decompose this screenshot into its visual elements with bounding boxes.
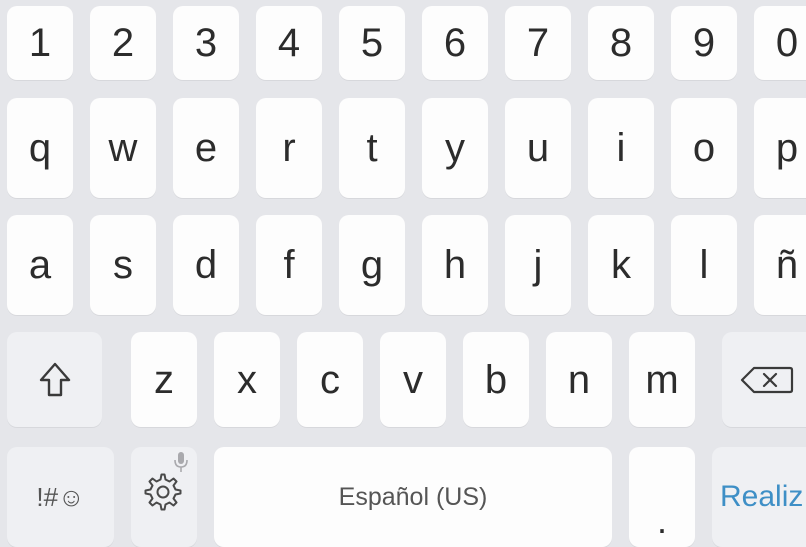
gear-icon bbox=[143, 472, 183, 512]
key-label: k bbox=[611, 243, 631, 287]
key-label: 4 bbox=[277, 21, 301, 65]
key-x[interactable]: x bbox=[214, 332, 280, 427]
key-4[interactable]: 4 bbox=[256, 6, 322, 80]
key-label: e bbox=[194, 126, 218, 170]
key-q[interactable]: q bbox=[7, 98, 73, 198]
key-d[interactable]: d bbox=[173, 215, 239, 315]
key-label: 1 bbox=[28, 21, 52, 65]
key-label: d bbox=[194, 243, 218, 287]
key-label: 9 bbox=[692, 21, 716, 65]
key-y[interactable]: y bbox=[422, 98, 488, 198]
key-s[interactable]: s bbox=[90, 215, 156, 315]
key-p[interactable]: p bbox=[754, 98, 806, 198]
key-label: r bbox=[282, 126, 296, 170]
key-label: u bbox=[526, 126, 550, 170]
key-3[interactable]: 3 bbox=[173, 6, 239, 80]
key-label: 2 bbox=[111, 21, 135, 65]
key-r[interactable]: r bbox=[256, 98, 322, 198]
key-label: ñ bbox=[775, 243, 799, 287]
key-z[interactable]: z bbox=[131, 332, 197, 427]
key-v[interactable]: v bbox=[380, 332, 446, 427]
key-k[interactable]: k bbox=[588, 215, 654, 315]
key-label: j bbox=[533, 243, 543, 287]
key-7[interactable]: 7 bbox=[505, 6, 571, 80]
key-label: i bbox=[616, 126, 626, 170]
key-label: z bbox=[154, 357, 174, 402]
key-o[interactable]: o bbox=[671, 98, 737, 198]
key-label: 5 bbox=[360, 21, 384, 65]
key-label: 7 bbox=[526, 21, 550, 65]
key-label: 6 bbox=[443, 21, 467, 65]
key-5[interactable]: 5 bbox=[339, 6, 405, 80]
key-label: q bbox=[28, 126, 52, 170]
backspace-icon bbox=[740, 365, 794, 395]
key-t[interactable]: t bbox=[339, 98, 405, 198]
space-bar[interactable]: Español (US) bbox=[214, 447, 612, 547]
symbols-key[interactable]: !#☺ bbox=[7, 447, 114, 547]
key-label: 8 bbox=[609, 21, 633, 65]
key-label: v bbox=[403, 357, 423, 402]
key-e[interactable]: e bbox=[173, 98, 239, 198]
microphone-icon bbox=[173, 451, 189, 473]
action-label: Realiz bbox=[720, 480, 804, 513]
key-1[interactable]: 1 bbox=[7, 6, 73, 80]
key-label: x bbox=[237, 357, 257, 402]
key-label: f bbox=[283, 243, 295, 287]
key-c[interactable]: c bbox=[297, 332, 363, 427]
key-label: 0 bbox=[775, 21, 799, 65]
key-label: 3 bbox=[194, 21, 218, 65]
key-j[interactable]: j bbox=[505, 215, 571, 315]
shift-key[interactable] bbox=[7, 332, 102, 427]
space-label: Español (US) bbox=[338, 482, 488, 511]
key-m[interactable]: m bbox=[629, 332, 695, 427]
key-g[interactable]: g bbox=[339, 215, 405, 315]
key-i[interactable]: i bbox=[588, 98, 654, 198]
key-label: h bbox=[443, 243, 467, 287]
symbols-label: !#☺ bbox=[36, 482, 85, 512]
key-8[interactable]: 8 bbox=[588, 6, 654, 80]
key-n[interactable]: n bbox=[546, 332, 612, 427]
period-key[interactable]: . bbox=[629, 447, 695, 547]
key-label: b bbox=[484, 357, 508, 402]
key-label: c bbox=[320, 357, 340, 402]
period-label: . bbox=[656, 500, 667, 541]
key-b[interactable]: b bbox=[463, 332, 529, 427]
key-label: l bbox=[699, 243, 709, 287]
key-label: n bbox=[567, 357, 591, 402]
key-n-tilde[interactable]: ñ bbox=[754, 215, 806, 315]
key-label: t bbox=[366, 126, 378, 170]
backspace-key[interactable] bbox=[722, 332, 806, 427]
key-label: o bbox=[692, 126, 716, 170]
key-0[interactable]: 0 bbox=[754, 6, 806, 80]
key-label: m bbox=[645, 357, 679, 402]
settings-key[interactable] bbox=[131, 447, 197, 547]
key-label: a bbox=[28, 243, 52, 287]
key-label: y bbox=[445, 126, 465, 170]
key-6[interactable]: 6 bbox=[422, 6, 488, 80]
done-action-key[interactable]: Realiz bbox=[712, 447, 806, 547]
key-2[interactable]: 2 bbox=[90, 6, 156, 80]
soft-keyboard: 1 2 3 4 5 6 7 8 9 0 q w e r t y u i o p … bbox=[0, 0, 806, 547]
key-label: p bbox=[775, 126, 799, 170]
key-label: w bbox=[108, 126, 138, 170]
key-label: s bbox=[113, 243, 133, 287]
key-f[interactable]: f bbox=[256, 215, 322, 315]
key-a[interactable]: a bbox=[7, 215, 73, 315]
shift-arrow-icon bbox=[38, 361, 72, 399]
key-u[interactable]: u bbox=[505, 98, 571, 198]
key-9[interactable]: 9 bbox=[671, 6, 737, 80]
key-l[interactable]: l bbox=[671, 215, 737, 315]
key-w[interactable]: w bbox=[90, 98, 156, 198]
key-label: g bbox=[360, 243, 384, 287]
key-h[interactable]: h bbox=[422, 215, 488, 315]
